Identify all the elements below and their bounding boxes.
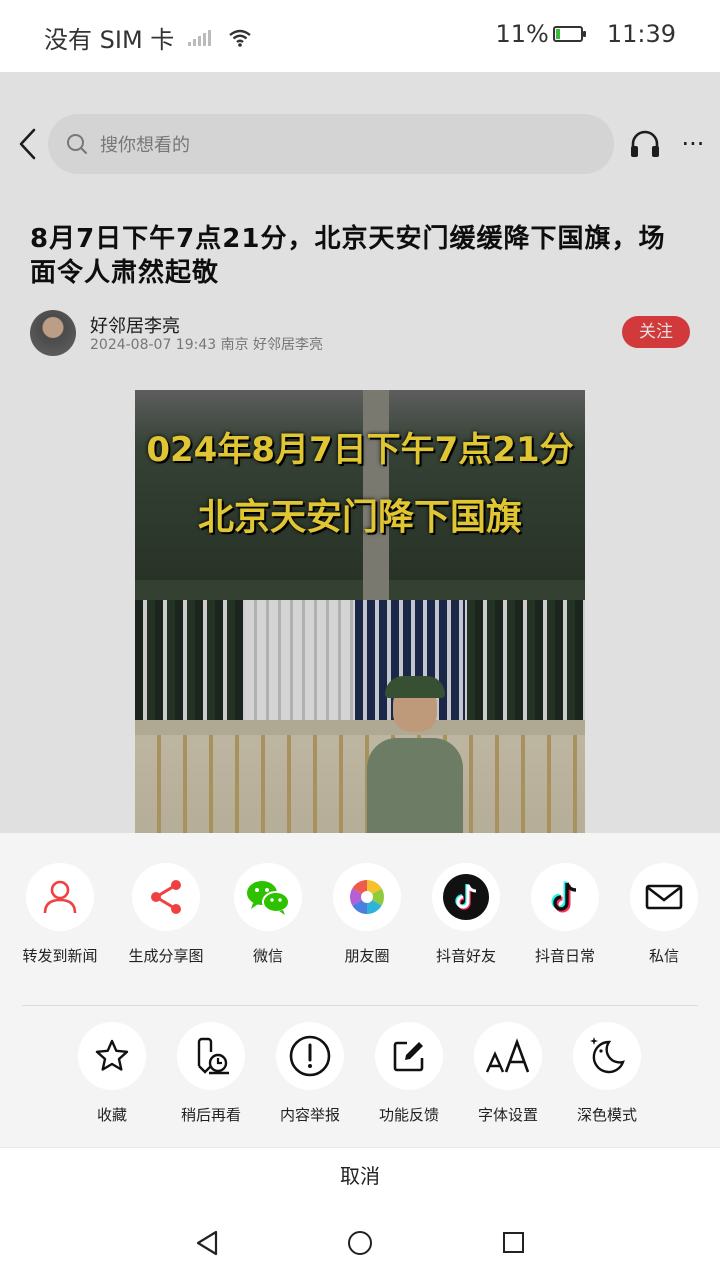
- nav-recents-icon[interactable]: [503, 1232, 524, 1253]
- article-view: 搜你想看的 ··· 8月7日下午7点21分，北京天安门缓缓降下国旗，场面令人肃然…: [0, 72, 720, 833]
- watch-later-icon: [197, 1037, 229, 1075]
- carrier-label: 没有 SIM 卡: [44, 26, 175, 54]
- nav-home-icon[interactable]: [348, 1231, 372, 1255]
- star-icon: [95, 1039, 129, 1071]
- mail-icon: [645, 884, 683, 910]
- douyin-friends-button[interactable]: 抖音好友: [418, 863, 514, 966]
- report-button[interactable]: 内容举报: [262, 1022, 358, 1125]
- status-bar: 没有 SIM 卡 11% 11:39: [0, 0, 720, 72]
- battery-percent: 11%: [495, 20, 549, 48]
- douyin-daily-icon: [551, 881, 577, 913]
- nav-back-icon[interactable]: [194, 1229, 220, 1257]
- report-icon: [289, 1035, 331, 1077]
- author-meta: 2024-08-07 19:43 南京 好邻居李亮: [90, 337, 324, 353]
- guard-figure: [367, 676, 463, 833]
- dark-mode-button[interactable]: 深色模式: [559, 1022, 655, 1125]
- top-bar: 搜你想看的 ···: [0, 112, 720, 176]
- signal-icon: [188, 29, 212, 46]
- more-options-icon[interactable]: ···: [678, 128, 708, 160]
- feedback-button[interactable]: 功能反馈: [361, 1022, 457, 1125]
- favorite-button[interactable]: 收藏: [64, 1022, 160, 1125]
- douyin-daily-button[interactable]: 抖音日常: [517, 863, 613, 966]
- avatar[interactable]: [30, 310, 76, 356]
- image-caption-line1: 024年8月7日下午7点21分: [146, 430, 574, 470]
- wechat-button[interactable]: 微信: [220, 863, 316, 966]
- font-size-icon: [485, 1038, 530, 1073]
- dark-mode-icon: [590, 1037, 625, 1074]
- headphone-icon[interactable]: [628, 128, 662, 160]
- watch-later-button[interactable]: 稍后再看: [163, 1022, 259, 1125]
- feedback-icon: [393, 1041, 424, 1072]
- article-image[interactable]: 024年8月7日下午7点21分 北京天安门降下国旗: [135, 390, 585, 833]
- cancel-button[interactable]: 取消: [300, 1160, 420, 1194]
- author-row: 好邻居李亮 2024-08-07 19:43 南京 好邻居李亮 关注: [30, 310, 690, 356]
- share-to-news-button[interactable]: 转发到新闻: [12, 863, 108, 966]
- clock: 11:39: [606, 20, 676, 48]
- share-row: 转发到新闻 生成分享图 微信 朋友圈 抖音好友 抖音日常 私信: [0, 863, 720, 973]
- back-icon[interactable]: [14, 126, 42, 162]
- private-message-button[interactable]: 私信: [616, 863, 712, 966]
- moments-icon: [350, 880, 384, 914]
- douyin-friends-icon: [443, 874, 489, 920]
- share-icon: [151, 880, 181, 914]
- wifi-icon: [229, 29, 252, 47]
- search-placeholder: 搜你想看的: [100, 135, 190, 156]
- image-caption-line2: 北京天安门降下国旗: [197, 497, 522, 538]
- share-sheet: 转发到新闻 生成分享图 微信 朋友圈 抖音好友 抖音日常 私信 收藏 稍后再看 …: [0, 833, 720, 1147]
- divider: [22, 1005, 698, 1006]
- follow-button[interactable]: 关注: [622, 316, 690, 348]
- font-settings-button[interactable]: 字体设置: [460, 1022, 556, 1125]
- wechat-icon: [247, 881, 290, 915]
- share-image-button[interactable]: 生成分享图: [118, 863, 214, 966]
- search-input[interactable]: 搜你想看的: [48, 114, 614, 174]
- person-icon: [43, 880, 77, 914]
- system-nav-bar: [0, 1203, 720, 1280]
- moments-button[interactable]: 朋友圈: [319, 863, 415, 966]
- cancel-bar: 取消: [0, 1147, 720, 1203]
- battery-icon: [552, 26, 586, 42]
- search-icon: [67, 134, 87, 154]
- action-row: 收藏 稍后再看 内容举报 功能反馈 字体设置 深色模式: [0, 1022, 720, 1132]
- article-title: 8月7日下午7点21分，北京天安门缓缓降下国旗，场面令人肃然起敬: [30, 224, 666, 288]
